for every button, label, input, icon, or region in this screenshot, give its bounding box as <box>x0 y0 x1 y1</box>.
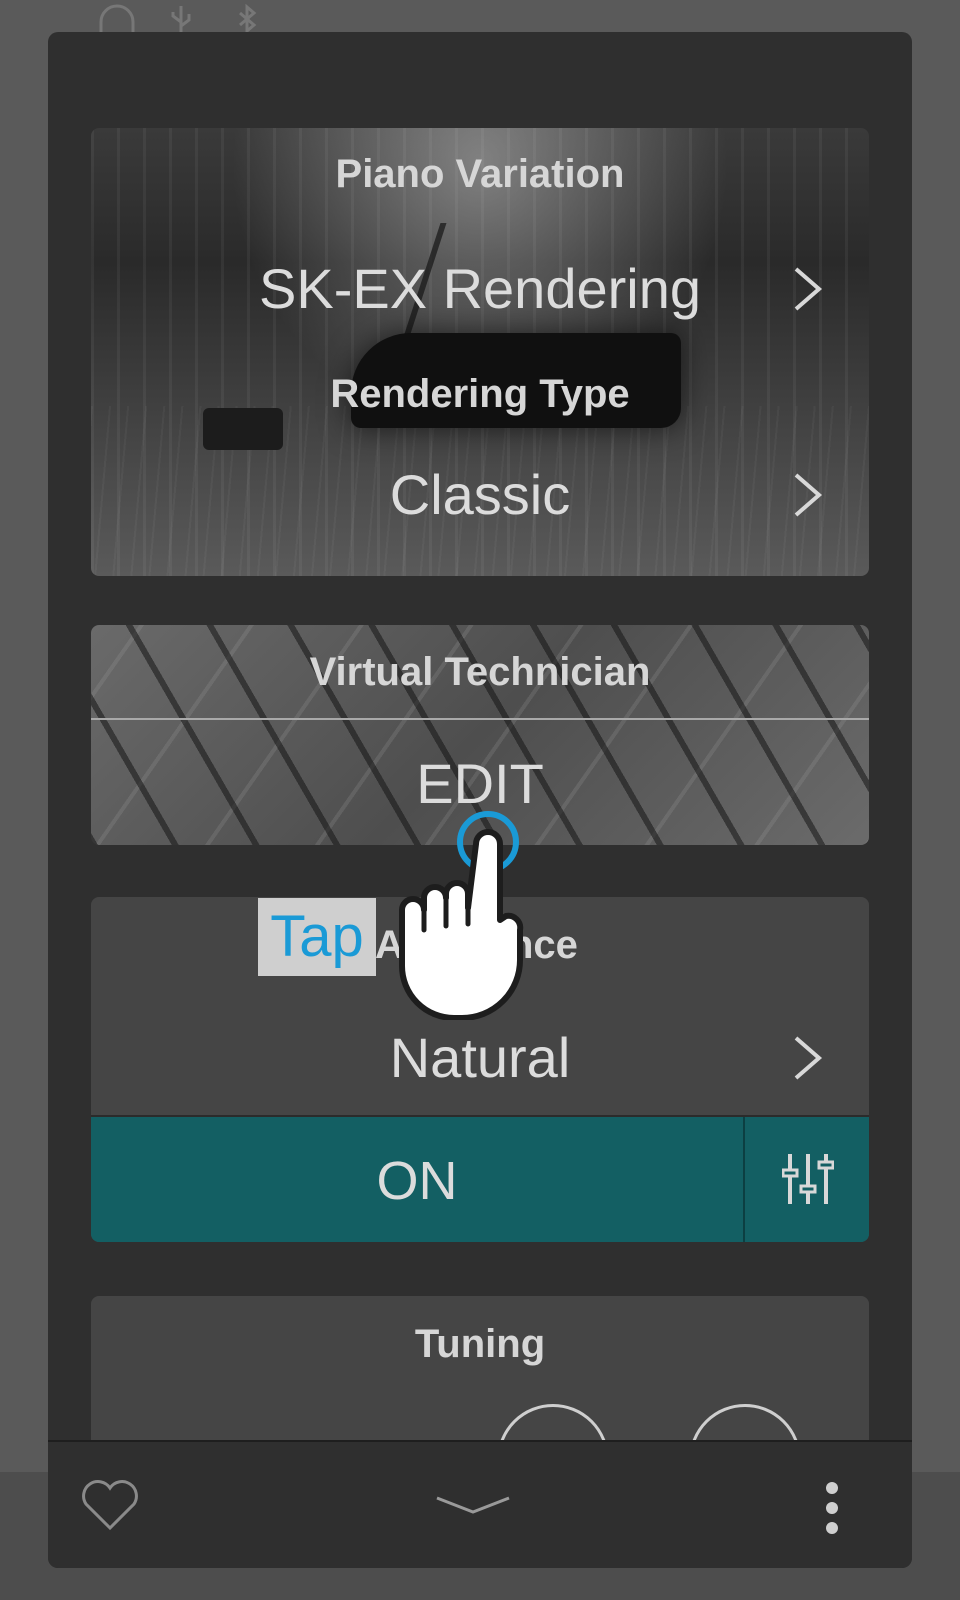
rendering-type-value: Classic <box>389 463 571 526</box>
chevron-right-icon <box>794 267 823 311</box>
chevron-right-icon <box>794 473 823 517</box>
tap-hand-pointer-icon <box>399 811 524 1020</box>
settings-scroll-area[interactable]: Piano Variation SK-EX Rendering Renderin… <box>48 32 912 1440</box>
headphones-icon <box>99 4 135 32</box>
rendering-type-label: Rendering Type <box>330 372 630 416</box>
sliders-icon <box>782 1154 834 1204</box>
toggle-state-label: ON <box>376 1151 458 1211</box>
virtual-technician-divider <box>91 718 869 720</box>
heart-icon[interactable] <box>80 1480 140 1532</box>
tap-instruction-label: Tap <box>258 898 376 976</box>
usb-icon <box>171 6 191 32</box>
chevron-down-icon[interactable] <box>433 1494 513 1518</box>
tuning-increase-button[interactable] <box>689 1404 801 1440</box>
tuning-card: Tuning <box>91 1296 869 1440</box>
piano-variation-label: Piano Variation <box>335 152 625 196</box>
more-vertical-icon[interactable] <box>822 1480 842 1536</box>
tuning-label: Tuning <box>414 1322 546 1366</box>
touch-value: Natural <box>389 1026 571 1089</box>
piano-variation-card: Piano Variation SK-EX Rendering Renderin… <box>91 128 869 576</box>
bluetooth-icon <box>239 4 257 34</box>
piano-variation-value: SK-EX Rendering <box>258 257 701 320</box>
tuning-decrease-button[interactable] <box>497 1404 609 1440</box>
chevron-right-icon <box>794 1036 823 1080</box>
rendering-type-selector[interactable]: Classic <box>91 448 869 548</box>
touch-settings-button[interactable] <box>745 1117 869 1242</box>
panel-footer <box>48 1440 912 1568</box>
piano-variation-selector[interactable]: SK-EX Rendering <box>91 238 869 338</box>
virtual-technician-label: Virtual Technician <box>309 650 651 694</box>
tuning-value-partial <box>176 1414 379 1440</box>
status-bar <box>95 0 295 34</box>
